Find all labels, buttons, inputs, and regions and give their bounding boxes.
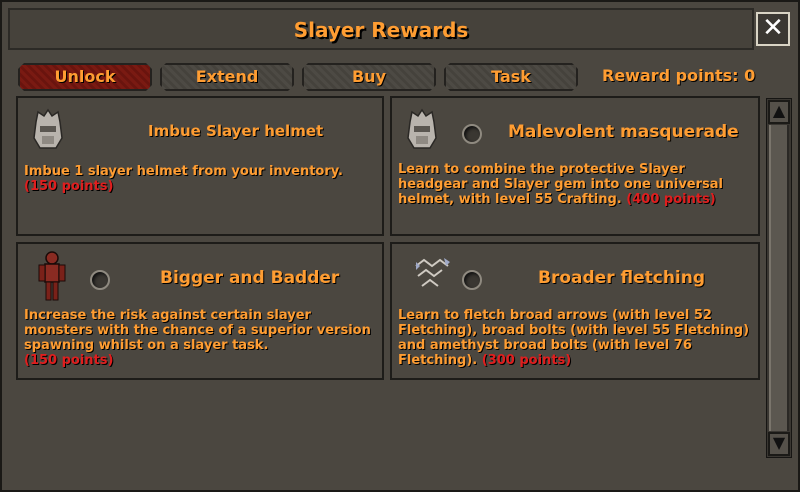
reward-title: Bigger and Badder (160, 268, 340, 288)
tab-extend[interactable]: Extend (160, 63, 294, 91)
reward-card-malevolent-masquerade[interactable]: Malevolent masquerade Learn to combine t… (390, 96, 760, 236)
tab-unlock[interactable]: Unlock (18, 63, 152, 91)
scrollbar[interactable]: ▲ ▼ (766, 98, 792, 458)
reward-cost: (400 points) (626, 192, 716, 207)
unlock-radio[interactable] (462, 270, 482, 290)
reward-points: Reward points: 0 (602, 66, 756, 85)
reward-cost: (150 points) (24, 179, 114, 194)
broad-arrows-icon (412, 256, 452, 294)
reward-description: Learn to fletch broad arrows (with level… (398, 308, 750, 368)
monster-figure-icon (38, 250, 66, 306)
reward-title: Imbue Slayer helmet (148, 122, 324, 140)
reward-description: Learn to combine the protective Slayer h… (398, 162, 723, 207)
unlock-radio[interactable] (90, 270, 110, 290)
scroll-thumb[interactable] (769, 125, 789, 431)
window-title: Slayer Rewards (293, 18, 469, 42)
slayer-rewards-window: Slayer Rewards ✕ Unlock Extend Buy Task … (0, 0, 800, 492)
title-bar: Slayer Rewards (8, 8, 754, 50)
reward-description: Imbue 1 slayer helmet from your inventor… (24, 164, 343, 194)
unlock-radio[interactable] (462, 124, 482, 144)
reward-card-bigger-and-badder[interactable]: Bigger and Badder Increase the risk agai… (16, 242, 384, 380)
reward-cost: (150 points) (24, 353, 114, 368)
scroll-down-button[interactable]: ▼ (768, 432, 790, 456)
slayer-helmet-icon (30, 108, 66, 156)
close-button[interactable]: ✕ (756, 12, 790, 46)
slayer-helmet-icon (404, 108, 440, 156)
tab-task[interactable]: Task (444, 63, 578, 91)
reward-description: Increase the risk against certain slayer… (24, 308, 371, 368)
reward-card-imbue-slayer-helmet[interactable]: Imbue Slayer helmet Imbue 1 slayer helme… (16, 96, 384, 236)
tab-buy[interactable]: Buy (302, 63, 436, 91)
reward-cost: (300 points) (481, 353, 572, 368)
reward-title: Broader fletching (538, 268, 706, 288)
scroll-up-button[interactable]: ▲ (768, 100, 790, 124)
reward-title: Malevolent masquerade (508, 122, 739, 142)
reward-card-broader-fletching[interactable]: Broader fletching Learn to fletch broad … (390, 242, 760, 380)
